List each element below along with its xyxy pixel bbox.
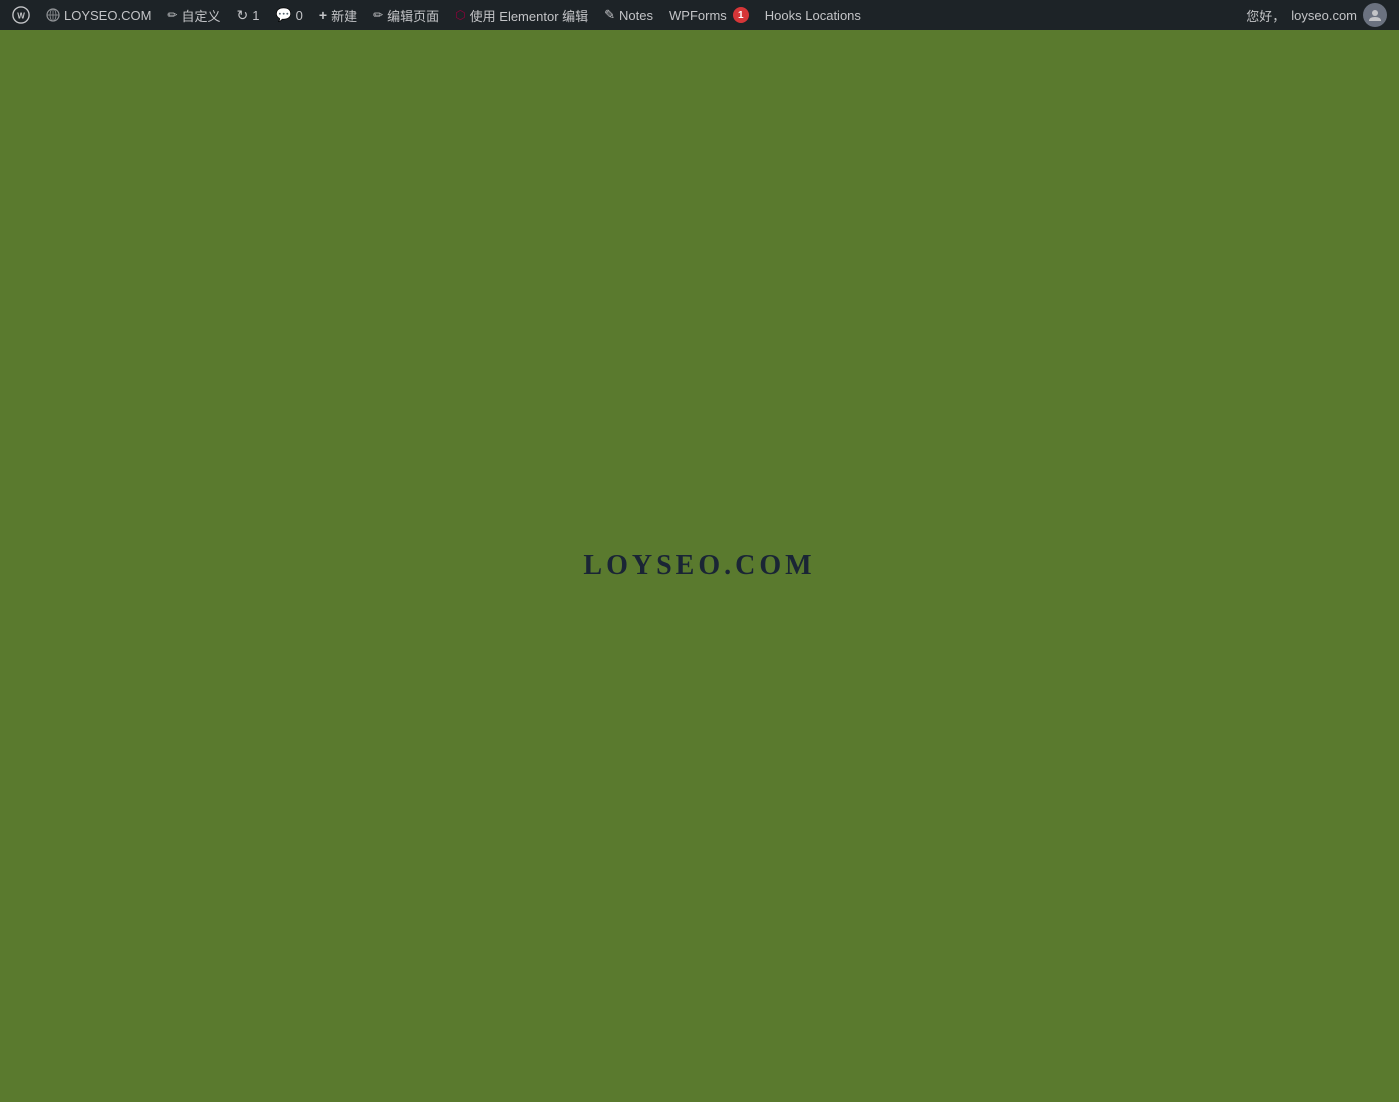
- user-greeting[interactable]: 您好， loyseo.com: [1238, 0, 1395, 30]
- notes-label: Notes: [619, 8, 653, 23]
- new-label: 新建: [331, 6, 357, 25]
- elementor-edit-button[interactable]: ⬡ 使用 Elementor 编辑: [447, 0, 596, 30]
- elementor-label: 使用 Elementor 编辑: [470, 6, 588, 25]
- new-icon: +: [319, 7, 327, 23]
- wpforms-button[interactable]: WPForms 1: [661, 0, 757, 30]
- notes-button[interactable]: ✎ Notes: [596, 0, 661, 30]
- edit-icon: ✏: [373, 8, 383, 22]
- adminbar-user-section: 您好， loyseo.com: [1238, 0, 1395, 30]
- elementor-icon: ⬡: [455, 8, 465, 22]
- edit-page-label: 编辑页面: [387, 6, 439, 25]
- edit-page-button[interactable]: ✏ 编辑页面: [365, 0, 447, 30]
- main-content-area: LOYSEO.COM: [0, 30, 1399, 1102]
- customize-button[interactable]: ✏ 自定义: [159, 0, 228, 30]
- hooks-locations-button[interactable]: Hooks Locations: [757, 0, 869, 30]
- new-content-button[interactable]: + 新建: [311, 0, 365, 30]
- avatar: [1363, 3, 1387, 27]
- site-name-button[interactable]: LOYSEO.COM: [38, 0, 159, 30]
- updates-icon: ↻: [237, 7, 249, 24]
- greeting-text: 您好，: [1246, 6, 1285, 25]
- hooks-label: Hooks Locations: [765, 8, 861, 23]
- notes-icon: ✎: [604, 7, 615, 23]
- svg-text:W: W: [17, 12, 25, 21]
- wp-logo-button[interactable]: W: [4, 0, 38, 30]
- updates-count: 1: [252, 8, 259, 23]
- admin-bar: W LOYSEO.COM ✏ 自定义 ↻ 1 💬 0 + 新建 ✏ 编辑页面: [0, 0, 1399, 30]
- site-name-label: LOYSEO.COM: [64, 8, 151, 23]
- customize-icon: ✏: [167, 8, 177, 22]
- wpforms-label: WPForms: [669, 8, 727, 23]
- customize-label: 自定义: [181, 6, 220, 25]
- updates-button[interactable]: ↻ 1: [229, 0, 268, 30]
- comments-icon: 💬: [275, 7, 291, 23]
- comments-button[interactable]: 💬 0: [267, 0, 310, 30]
- site-title-text: LOYSEO.COM: [583, 550, 815, 582]
- comments-count: 0: [296, 8, 303, 23]
- username-text: loyseo.com: [1291, 8, 1357, 23]
- wpforms-badge: 1: [733, 7, 749, 23]
